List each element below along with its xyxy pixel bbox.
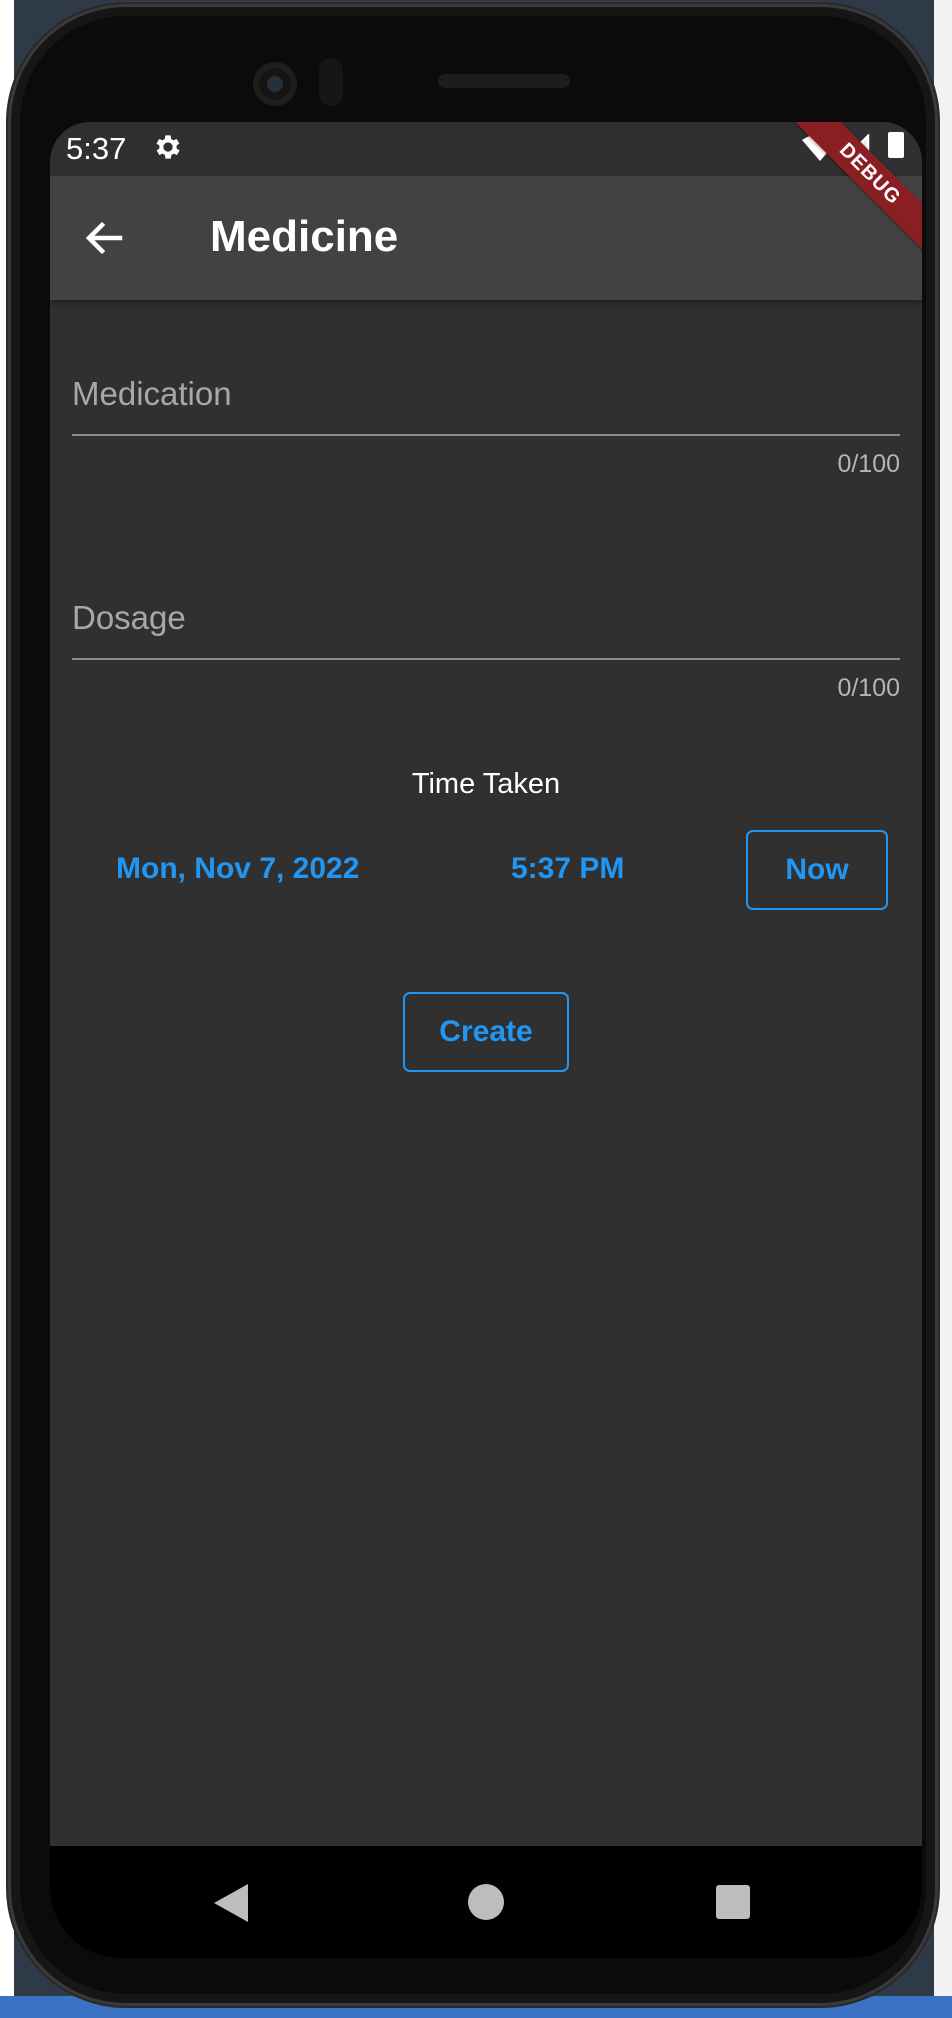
screen: 5:37 Medicine DEBUG 0/100 <box>50 122 922 1958</box>
status-bar: 5:37 <box>50 122 922 176</box>
time-picker-button[interactable]: 5:37 PM <box>511 852 624 886</box>
nav-recents-icon[interactable] <box>716 1885 750 1919</box>
dosage-field[interactable] <box>72 578 900 660</box>
phone-frame: 5:37 Medicine DEBUG 0/100 <box>8 4 938 2006</box>
now-button[interactable]: Now <box>746 830 888 910</box>
nav-back-icon[interactable] <box>214 1884 248 1922</box>
app-bar: Medicine <box>50 176 922 300</box>
date-picker-button[interactable]: Mon, Nov 7, 2022 <box>116 852 359 886</box>
camera <box>253 62 297 106</box>
medication-counter: 0/100 <box>837 450 900 478</box>
sensor <box>319 58 343 106</box>
page-title: Medicine <box>210 212 399 261</box>
speaker-grille <box>438 74 570 88</box>
medication-field[interactable] <box>72 354 900 436</box>
gear-icon <box>156 135 180 159</box>
time-taken-label: Time Taken <box>411 768 561 800</box>
nav-home-icon[interactable] <box>468 1884 504 1920</box>
battery-icon <box>888 132 904 158</box>
navigation-bar <box>50 1846 922 1958</box>
dosage-counter: 0/100 <box>837 674 900 702</box>
status-time: 5:37 <box>66 131 127 166</box>
create-button[interactable]: Create <box>403 992 569 1072</box>
arrow-back-icon[interactable] <box>72 206 136 270</box>
